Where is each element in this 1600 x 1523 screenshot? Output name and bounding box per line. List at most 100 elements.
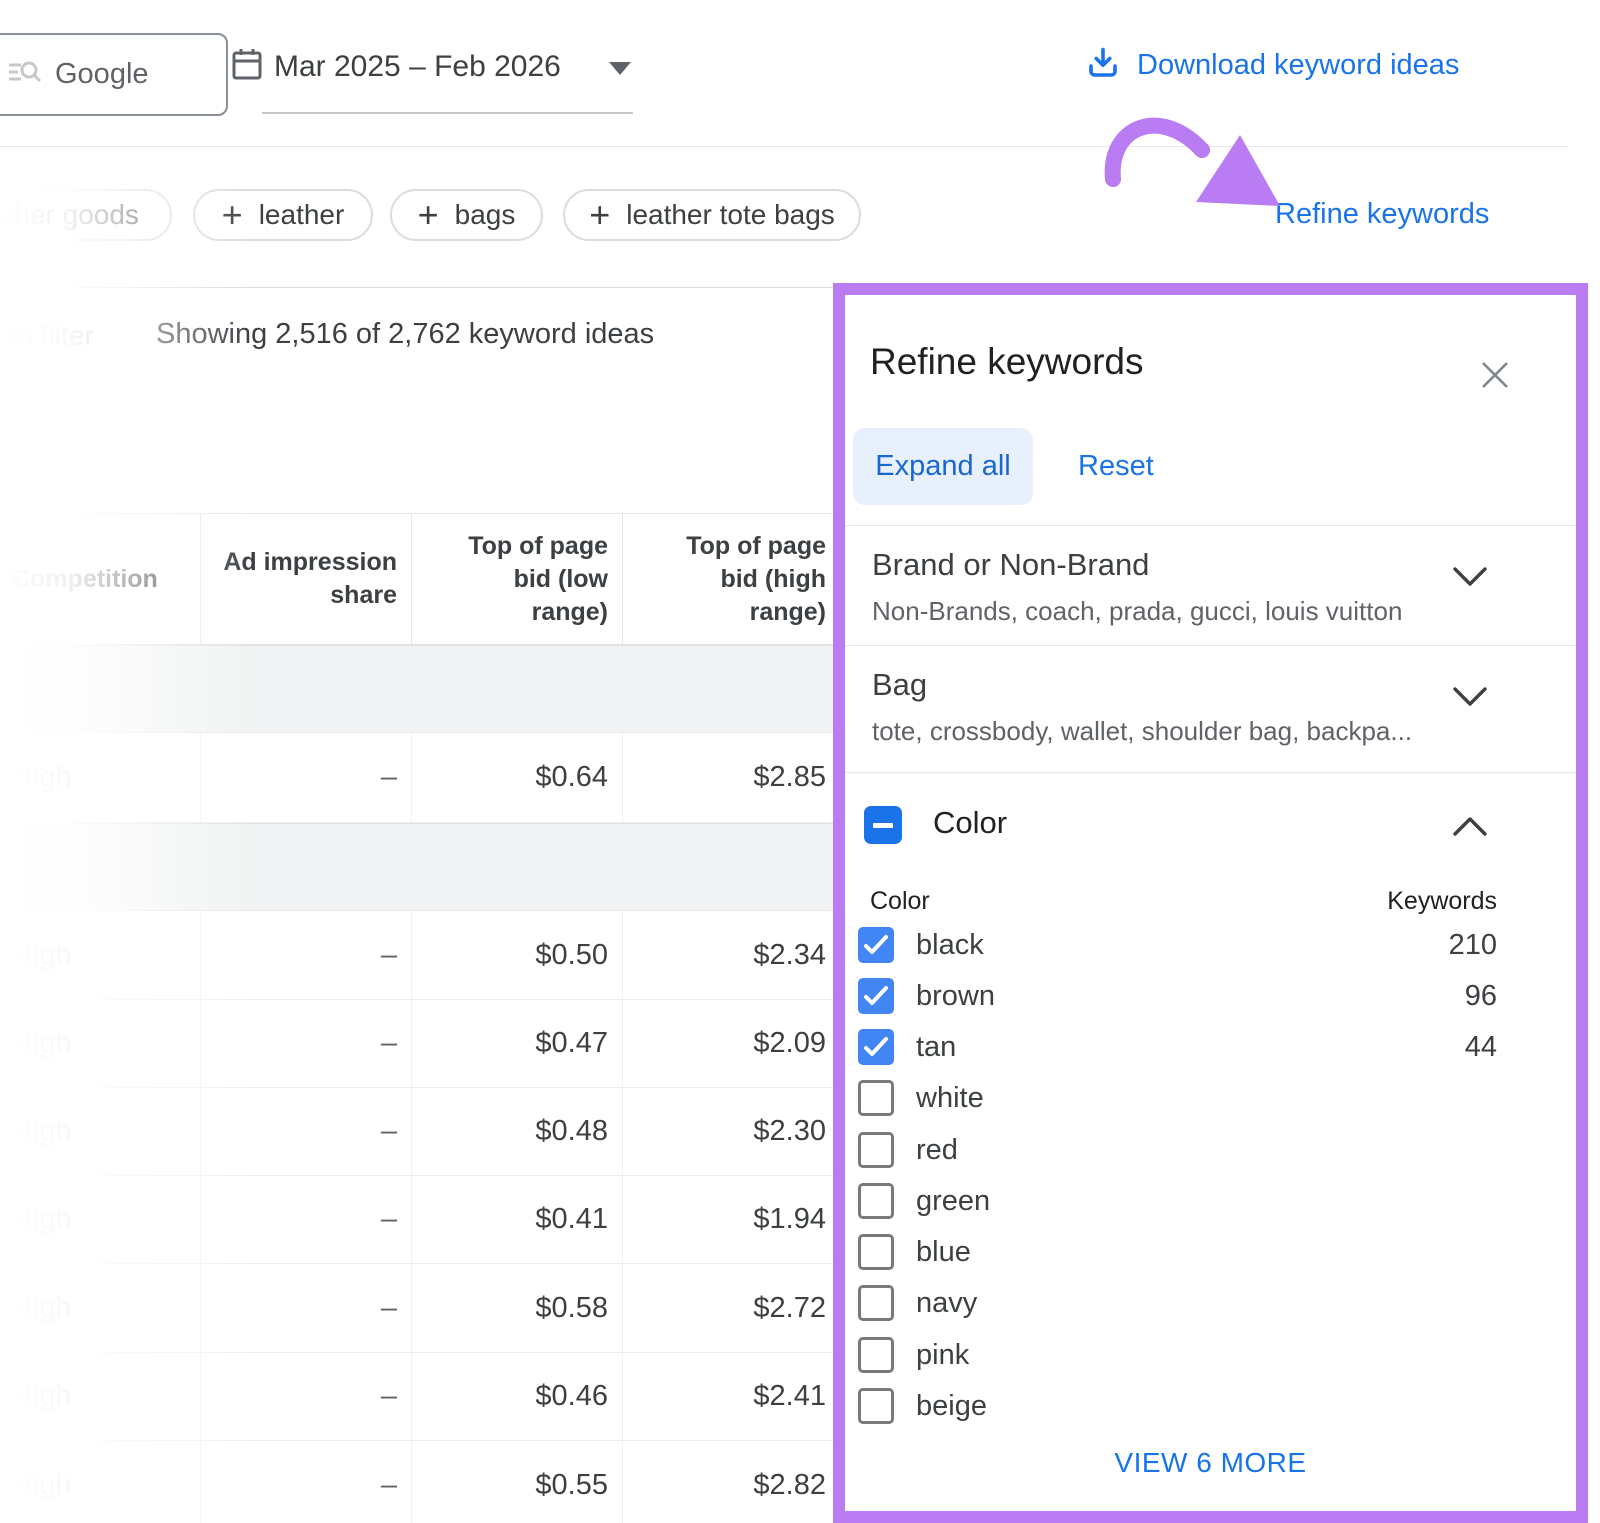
ad-impression-share-cell: – [200, 733, 411, 822]
table-row: High – $0.55 $2.82 [0, 1441, 840, 1523]
download-icon [1085, 45, 1121, 86]
keyword-chip-add-leather-tote-bags[interactable]: + leather tote bags [563, 189, 861, 241]
color-option-label: green [916, 1176, 990, 1227]
chevron-down-icon[interactable] [1450, 557, 1490, 597]
date-range-picker[interactable]: Mar 2025 – Feb 2026 [232, 48, 631, 85]
table-row: High – $0.48 $2.30 [0, 1088, 840, 1176]
indeterminate-dash [873, 823, 893, 828]
table-row: High – $0.41 $1.94 [0, 1176, 840, 1264]
competition-cell: High [0, 1353, 200, 1440]
bid-low-cell: $0.46 [411, 1353, 622, 1440]
chevron-down-icon[interactable] [1450, 677, 1490, 717]
checkbox-white[interactable] [858, 1080, 894, 1116]
panel-divider [845, 772, 1576, 773]
color-section-checkbox-indeterminate[interactable] [864, 806, 902, 844]
toolbar-divider [0, 146, 1568, 147]
download-keyword-ideas-link[interactable]: Download keyword ideas [1085, 45, 1459, 86]
checkbox-pink[interactable] [858, 1337, 894, 1373]
panel-divider [845, 525, 1576, 526]
bid-low-cell: $0.48 [411, 1088, 622, 1175]
panel-title: Refine keywords [870, 341, 1144, 383]
column-header-competition[interactable]: Competition [0, 514, 200, 644]
plus-icon: + [222, 200, 243, 230]
column-header-top-of-page-bid-low[interactable]: Top of page bid (low range) [411, 514, 622, 644]
color-option-pink[interactable]: pink [845, 1330, 1576, 1381]
date-field-underline [262, 112, 633, 114]
checkbox-green[interactable] [858, 1183, 894, 1219]
competition-cell: High [0, 733, 200, 822]
expand-all-button[interactable]: Expand all [853, 428, 1033, 505]
keyword-table-body: High – $0.64 $2.85 High – $0.50 $2.34 Hi… [0, 645, 840, 1523]
column-header-top-of-page-bid-high[interactable]: Top of page bid (high range) [622, 514, 840, 644]
bid-low-cell: $0.64 [411, 733, 622, 822]
color-option-brown[interactable]: brown 96 [845, 971, 1576, 1022]
checkbox-beige[interactable] [858, 1388, 894, 1424]
color-option-white[interactable]: white [845, 1073, 1576, 1124]
color-option-label: red [916, 1125, 958, 1176]
checkbox-red[interactable] [858, 1132, 894, 1168]
refine-keywords-link[interactable]: Refine keywords [1275, 198, 1489, 231]
section-title-bag[interactable]: Bag [872, 667, 927, 703]
color-option-label: white [916, 1073, 984, 1124]
chevron-up-icon[interactable] [1450, 806, 1490, 846]
section-subtitle-bag: tote, crossbody, wallet, shoulder bag, b… [872, 716, 1412, 747]
competition-cell: High [0, 1441, 200, 1523]
color-option-red[interactable]: red [845, 1125, 1576, 1176]
ad-impression-share-cell: – [200, 1441, 411, 1523]
showing-count-label: Showing 2,516 of 2,762 keyword ideas [156, 318, 654, 351]
network-selector[interactable]: Google [0, 33, 228, 116]
competition-cell: High [0, 1176, 200, 1263]
competition-cell: High [0, 1264, 200, 1352]
color-option-label: pink [916, 1330, 969, 1381]
chip-label: leather tote bags [626, 199, 835, 231]
annotation-arrow [1080, 95, 1300, 230]
add-filter-label[interactable]: dd filter [2, 320, 94, 352]
ad-impression-share-cell: – [200, 1000, 411, 1087]
checkbox-black[interactable] [858, 927, 894, 963]
bid-high-cell: $1.94 [622, 1176, 840, 1263]
checkbox-navy[interactable] [858, 1285, 894, 1321]
color-option-label: beige [916, 1381, 987, 1432]
keywords-column-label: Keywords [1387, 887, 1497, 916]
panel-divider [845, 645, 1576, 646]
keyword-chip-add-bags[interactable]: + bags [390, 189, 543, 241]
view-more-link[interactable]: VIEW 6 MORE [845, 1447, 1576, 1479]
section-title-color[interactable]: Color [933, 805, 1007, 841]
bid-low-cell: $0.50 [411, 911, 622, 999]
color-option-beige[interactable]: beige [845, 1381, 1576, 1432]
keyword-chip-leather-goods[interactable]: ather goods [0, 189, 172, 241]
ad-impression-share-cell: – [200, 1264, 411, 1352]
checkbox-brown[interactable] [858, 978, 894, 1014]
section-title-brand[interactable]: Brand or Non-Brand [872, 547, 1149, 583]
bid-high-cell: $2.41 [622, 1353, 840, 1440]
table-group-row [0, 645, 840, 733]
bid-high-cell: $2.34 [622, 911, 840, 999]
checkbox-blue[interactable] [858, 1234, 894, 1270]
checkbox-tan[interactable] [858, 1029, 894, 1065]
color-option-blue[interactable]: blue [845, 1227, 1576, 1278]
keyword-count: 210 [1449, 920, 1497, 971]
color-option-green[interactable]: green [845, 1176, 1576, 1227]
calendar-icon [232, 48, 262, 85]
keyword-table-header: Competition Ad impression share Top of p… [0, 513, 840, 645]
bid-high-cell: $2.85 [622, 733, 840, 822]
column-header-ad-impression-share[interactable]: Ad impression share [200, 514, 411, 644]
color-option-navy[interactable]: navy [845, 1278, 1576, 1329]
color-option-tan[interactable]: tan 44 [845, 1022, 1576, 1073]
keyword-count: 44 [1465, 1022, 1497, 1073]
bid-high-cell: $2.82 [622, 1441, 840, 1523]
table-row: High – $0.47 $2.09 [0, 1000, 840, 1088]
color-option-black[interactable]: black 210 [845, 920, 1576, 971]
bid-low-cell: $0.47 [411, 1000, 622, 1087]
ad-impression-share-cell: – [200, 1176, 411, 1263]
competition-cell: High [0, 1000, 200, 1087]
color-option-label: tan [916, 1022, 956, 1073]
section-subtitle-brand: Non-Brands, coach, prada, gucci, louis v… [872, 596, 1402, 627]
table-row: High – $0.58 $2.72 [0, 1264, 840, 1353]
reset-button[interactable]: Reset [1078, 428, 1154, 505]
competition-cell: High [0, 911, 200, 999]
download-label: Download keyword ideas [1137, 49, 1459, 82]
bid-low-cell: $0.55 [411, 1441, 622, 1523]
keyword-chip-add-leather[interactable]: + leather [193, 189, 373, 241]
close-icon[interactable] [1473, 353, 1517, 397]
